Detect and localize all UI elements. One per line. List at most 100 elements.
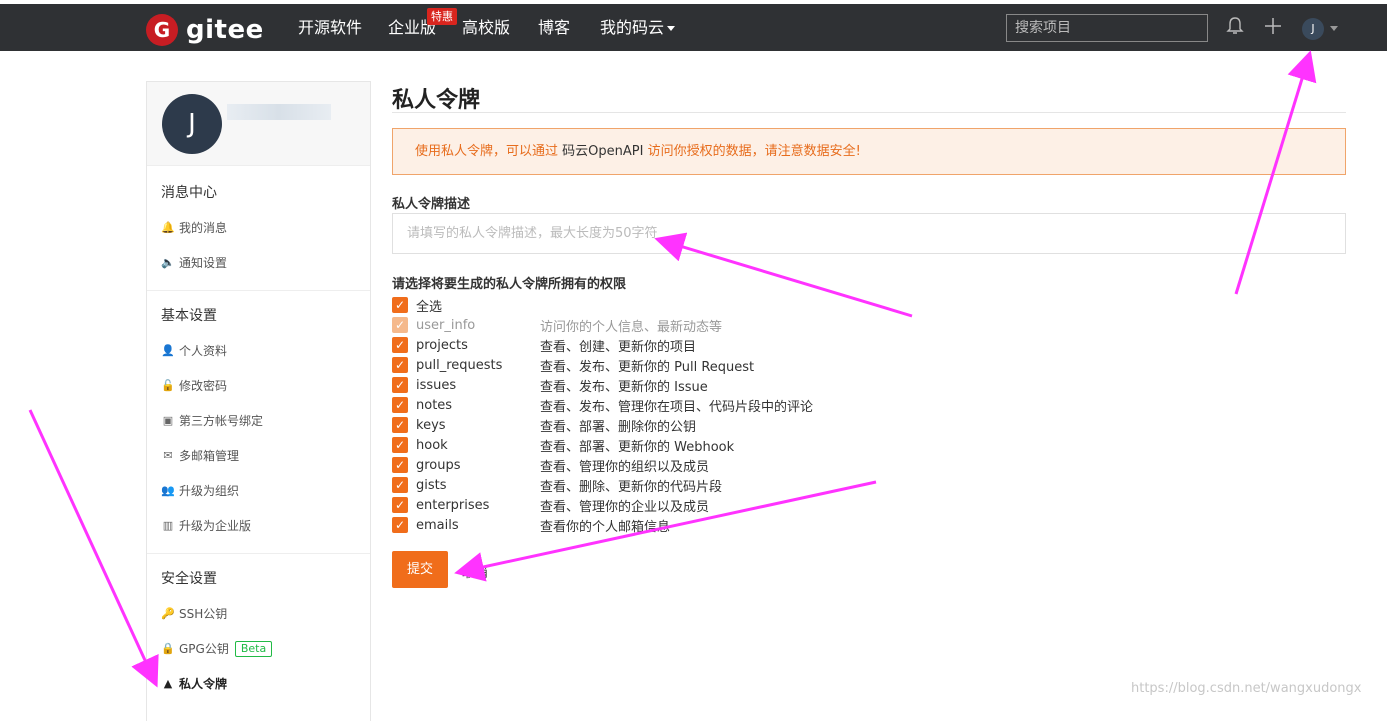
token-description-label: 私人令牌描述 [392,197,471,212]
token-description-input[interactable]: 请填写的私人令牌描述，最大长度为50字符 [392,213,1346,254]
checkbox-checked-icon[interactable]: ✓ [392,417,408,433]
profile-header: J [147,82,370,166]
building-icon: ▥ [162,519,174,532]
permission-description: 查看、管理你的企业以及成员 [540,499,710,515]
permission-row-pull_requests[interactable]: ✓ pull_requests 查看、发布、更新你的 Pull Request [392,356,754,375]
sidebar-item-upgrade-enterprise[interactable]: ▥ 升级为企业版 [161,517,251,534]
submit-button[interactable]: 提交 [392,551,448,588]
permission-row-keys[interactable]: ✓ keys 查看、部署、删除你的公钥 [392,416,696,435]
permission-name: projects [416,337,468,353]
sidebar-item-label: 升级为组织 [179,484,240,498]
sidebar-item-emails[interactable]: ✉ 多邮箱管理 [161,447,239,464]
permission-description: 查看、发布、管理你在项目、代码片段中的评论 [540,399,814,415]
nav-blog[interactable]: 博客 [538,4,570,51]
page-title: 私人令牌 [392,88,481,113]
nav-my-gitee-label: 我的码云 [600,18,665,37]
divider [392,112,1346,113]
permission-row-projects[interactable]: ✓ projects 查看、创建、更新你的项目 [392,336,696,355]
sidebar-item-third-party[interactable]: ▣ 第三方帐号绑定 [161,412,263,429]
permission-description: 查看你的个人邮箱信息 [540,519,671,535]
profile-avatar: J [162,94,222,154]
alert-text-suffix: 访问你授权的数据，请注意数据安全! [647,144,861,159]
permission-row-groups[interactable]: ✓ groups 查看、管理你的组织以及成员 [392,456,709,475]
permission-name: gists [416,477,447,493]
nav-open-source[interactable]: 开源软件 [298,4,362,51]
user-avatar[interactable]: J [1302,18,1324,40]
logo-text: gitee [186,15,264,45]
user-icon: 👤 [161,344,175,357]
sidebar-item-change-password[interactable]: 🔓 修改密码 [161,377,227,394]
nav-my-gitee[interactable]: 我的码云 [600,4,676,51]
permission-row-hook[interactable]: ✓ hook 查看、部署、更新你的 Webhook [392,436,734,455]
section-title-security: 安全设置 [161,571,217,587]
checkbox-checked-icon[interactable]: ✓ [392,457,408,473]
checkbox-checked-icon[interactable]: ✓ [392,497,408,513]
permission-name: groups [416,457,461,473]
permission-row-enterprises[interactable]: ✓ enterprises 查看、管理你的企业以及成员 [392,496,709,515]
bell-icon[interactable] [1226,16,1244,41]
permission-row-notes[interactable]: ✓ notes 查看、发布、管理你在项目、代码片段中的评论 [392,396,813,415]
permission-name: pull_requests [416,357,503,373]
sidebar-item-label: GPG公钥 [179,642,229,656]
sidebar-item-upgrade-org[interactable]: 👥 升级为组织 [161,482,239,499]
sidebar-item-label: 修改密码 [179,379,228,393]
cancel-link[interactable]: 取消 [462,562,488,581]
permission-description: 查看、删除、更新你的代码片段 [540,479,723,495]
checkbox-checked-icon[interactable]: ✓ [392,297,408,313]
bell-icon: 🔔 [161,221,175,234]
checkbox-checked-icon[interactable]: ✓ [392,337,408,353]
annotation-arrow [1234,50,1317,295]
select-all-checkbox-row[interactable]: ✓ 全选 [392,296,442,315]
permission-row-user_info[interactable]: ✓ user_info 访问你的个人信息、最新动态等 [392,316,722,335]
permission-description: 查看、创建、更新你的项目 [540,339,697,355]
permission-description: 查看、发布、更新你的 Pull Request [540,359,755,375]
key-icon: 🔑 [161,607,175,620]
sidebar-item-gpg-keys[interactable]: 🔒 GPG公钥 Beta [161,640,273,657]
permission-row-gists[interactable]: ✓ gists 查看、删除、更新你的代码片段 [392,476,722,495]
checkbox-checked-icon: ✓ [392,317,408,333]
checkbox-checked-icon[interactable]: ✓ [392,517,408,533]
permission-description: 访问你的个人信息、最新动态等 [540,319,723,335]
permission-name: issues [416,377,457,393]
plus-icon[interactable] [1264,16,1282,41]
beta-badge: Beta [234,640,273,657]
permission-row-emails[interactable]: ✓ emails 查看你的个人邮箱信息 [392,516,670,535]
sidebar-item-private-tokens[interactable]: ▲ 私人令牌 [161,675,227,692]
watermark-text: https://blog.csdn.net/wangxudongx [1131,681,1362,696]
checkbox-checked-icon[interactable]: ✓ [392,397,408,413]
checkbox-checked-icon[interactable]: ✓ [392,357,408,373]
alert-text-prefix: 使用私人令牌，可以通过 [415,144,559,159]
sidebar-item-label: 私人令牌 [179,677,228,691]
contact-card-icon: ▣ [162,414,174,427]
sidebar-item-ssh-keys[interactable]: 🔑 SSH公钥 [161,605,227,622]
settings-sidebar: J 消息中心 🔔 我的消息 🔈 通知设置 基本设置 👤 个人资料 🔓 修改密码 ▣ 第三方… [146,81,371,721]
checkbox-checked-icon[interactable]: ✓ [392,477,408,493]
divider [147,553,370,554]
sidebar-item-label: 个人资料 [179,344,228,358]
openapi-link[interactable]: 码云OpenAPI [562,144,643,159]
sidebar-item-notification-settings[interactable]: 🔈 通知设置 [161,254,227,271]
select-all-label: 全选 [416,299,443,315]
sidebar-item-label: 第三方帐号绑定 [179,414,264,428]
section-title-basic: 基本设置 [161,308,217,324]
permission-name: notes [416,397,453,413]
permission-description: 查看、部署、删除你的公钥 [540,419,697,435]
hot-badge: 特惠 [427,8,457,25]
nav-education[interactable]: 高校版 [462,4,510,51]
speaker-icon: 🔈 [161,256,175,269]
permission-name: user_info [416,317,476,333]
avatar-chevron-down-icon[interactable] [1330,26,1338,31]
permission-description: 查看、部署、更新你的 Webhook [540,439,735,455]
sidebar-item-profile[interactable]: 👤 个人资料 [161,342,227,359]
sidebar-item-my-messages[interactable]: 🔔 我的消息 [161,219,227,236]
sidebar-item-label: 我的消息 [179,221,228,235]
sidebar-item-label: 多邮箱管理 [179,449,240,463]
checkbox-checked-icon[interactable]: ✓ [392,437,408,453]
gitee-logo[interactable]: G gitee [146,14,264,46]
permission-name: hook [416,437,448,453]
checkbox-checked-icon[interactable]: ✓ [392,377,408,393]
permission-row-issues[interactable]: ✓ issues 查看、发布、更新你的 Issue [392,376,708,395]
permissions-label: 请选择将要生成的私人令牌所拥有的权限 [392,277,627,292]
search-input[interactable]: 搜索项目 [1006,14,1208,42]
token-icon: ▲ [163,677,173,690]
